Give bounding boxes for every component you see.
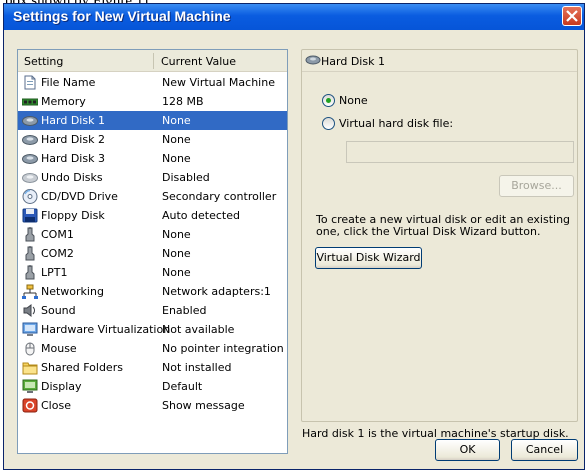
wizard-instructions: To create a new virtual disk or edit an …	[316, 213, 571, 238]
setting-name: COM2	[41, 247, 74, 260]
setting-value: 128 MB	[162, 95, 204, 108]
setting-name: Hard Disk 2	[41, 133, 105, 146]
sound-icon	[22, 303, 38, 318]
setting-name: Shared Folders	[41, 361, 123, 374]
hard-disk-icon	[22, 132, 38, 147]
setting-name: Close	[41, 399, 71, 412]
virtual-disk-file-input[interactable]	[346, 141, 574, 163]
undo-disk-icon	[22, 170, 38, 185]
setting-value: Network adapters:1	[162, 285, 271, 298]
settings-row[interactable]: Networking Network adapters:1	[18, 282, 287, 301]
settings-row[interactable]: Mouse No pointer integration	[18, 339, 287, 358]
setting-name: CD/DVD Drive	[41, 190, 118, 203]
settings-row[interactable]: Floppy Disk Auto detected	[18, 206, 287, 225]
hard-disk-icon	[22, 151, 38, 166]
setting-name: Hard Disk 1	[41, 114, 105, 127]
setting-value: Show message	[162, 399, 245, 412]
title-bar[interactable]: Settings for New Virtual Machine	[4, 4, 584, 30]
mouse-icon	[22, 341, 38, 356]
hard-disk-icon	[305, 54, 321, 69]
setting-value: Not installed	[162, 361, 232, 374]
settings-row[interactable]: COM2 None	[18, 244, 287, 263]
setting-name: Undo Disks	[41, 171, 103, 184]
column-header-current-value[interactable]: Current Value	[161, 55, 236, 68]
memory-icon	[22, 94, 38, 109]
settings-row[interactable]: Sound Enabled	[18, 301, 287, 320]
settings-row[interactable]: Hardware Virtualization Not available	[18, 320, 287, 339]
hardware-icon	[22, 322, 38, 337]
setting-value: None	[162, 133, 191, 146]
settings-row[interactable]: Memory 128 MB	[18, 92, 287, 111]
radio-none-button[interactable]	[322, 94, 335, 107]
setting-name: File Name	[41, 76, 96, 89]
settings-row[interactable]: File Name New Virtual Machine	[18, 73, 287, 92]
settings-row[interactable]: Hard Disk 2 None	[18, 130, 287, 149]
settings-row[interactable]: Undo Disks Disabled	[18, 168, 287, 187]
port-icon	[22, 246, 38, 261]
setting-value: Secondary controller	[162, 190, 277, 203]
setting-name: COM1	[41, 228, 74, 241]
virtual-disk-wizard-button[interactable]: Virtual Disk Wizard	[315, 247, 422, 269]
setting-value: Enabled	[162, 304, 207, 317]
ok-button[interactable]: OK	[435, 439, 500, 461]
list-header: Setting Current Value	[18, 50, 287, 72]
port-icon	[22, 265, 38, 280]
setting-name: Mouse	[41, 342, 77, 355]
folder-icon	[22, 360, 38, 375]
settings-row[interactable]: Shared Folders Not installed	[18, 358, 287, 377]
setting-value: None	[162, 266, 191, 279]
window-close-button[interactable]	[562, 6, 582, 26]
hard-disk-icon	[22, 113, 38, 128]
settings-row[interactable]: Hard Disk 1 None	[18, 111, 287, 130]
setting-name: Memory	[41, 95, 86, 108]
settings-dialog: Settings for New Virtual Machine Setting…	[3, 3, 585, 470]
cd-dvd-icon	[22, 189, 38, 204]
setting-value: Default	[162, 380, 203, 393]
port-icon	[22, 227, 38, 242]
settings-row[interactable]: COM1 None	[18, 225, 287, 244]
settings-rows: File Name New Virtual Machine Memory 128 MB…	[18, 73, 287, 415]
setting-name: Floppy Disk	[41, 209, 105, 222]
radio-none-label: None	[339, 94, 368, 107]
column-divider[interactable]	[153, 53, 154, 69]
radio-file-button[interactable]	[322, 117, 335, 130]
window-title: Settings for New Virtual Machine	[13, 8, 231, 24]
settings-row[interactable]: Hard Disk 3 None	[18, 149, 287, 168]
panel-header: Hard Disk 1	[302, 50, 577, 72]
setting-value: Disabled	[162, 171, 210, 184]
settings-row[interactable]: Display Default	[18, 377, 287, 396]
setting-name: Sound	[41, 304, 76, 317]
settings-list[interactable]: Setting Current Value File Name New Virtu…	[17, 49, 288, 454]
browse-button[interactable]: Browse...	[499, 175, 574, 197]
setting-name: Hardware Virtualization	[41, 323, 171, 336]
setting-name: LPT1	[41, 266, 68, 279]
network-icon	[22, 284, 38, 299]
close-x-icon	[566, 10, 578, 22]
display-icon	[22, 379, 38, 394]
hard-disk-panel: Hard Disk 1 None Virtual hard disk file:…	[301, 49, 578, 422]
settings-row[interactable]: LPT1 None	[18, 263, 287, 282]
setting-value: None	[162, 114, 191, 127]
column-header-setting[interactable]: Setting	[24, 55, 63, 68]
cancel-button[interactable]: Cancel	[511, 439, 578, 461]
setting-value: Auto detected	[162, 209, 240, 222]
file-icon	[22, 75, 38, 90]
settings-row[interactable]: Close Show message	[18, 396, 287, 415]
setting-value: None	[162, 228, 191, 241]
setting-value: Not available	[162, 323, 235, 336]
setting-value: New Virtual Machine	[162, 76, 275, 89]
setting-name: Networking	[41, 285, 104, 298]
setting-value: None	[162, 247, 191, 260]
settings-row[interactable]: CD/DVD Drive Secondary controller	[18, 187, 287, 206]
setting-value: No pointer integration	[162, 342, 284, 355]
setting-name: Hard Disk 3	[41, 152, 105, 165]
close-icon	[22, 398, 38, 413]
panel-title: Hard Disk 1	[321, 55, 385, 68]
radio-file-label: Virtual hard disk file:	[339, 117, 454, 130]
setting-name: Display	[41, 380, 82, 393]
setting-value: None	[162, 152, 191, 165]
floppy-icon	[22, 208, 38, 223]
